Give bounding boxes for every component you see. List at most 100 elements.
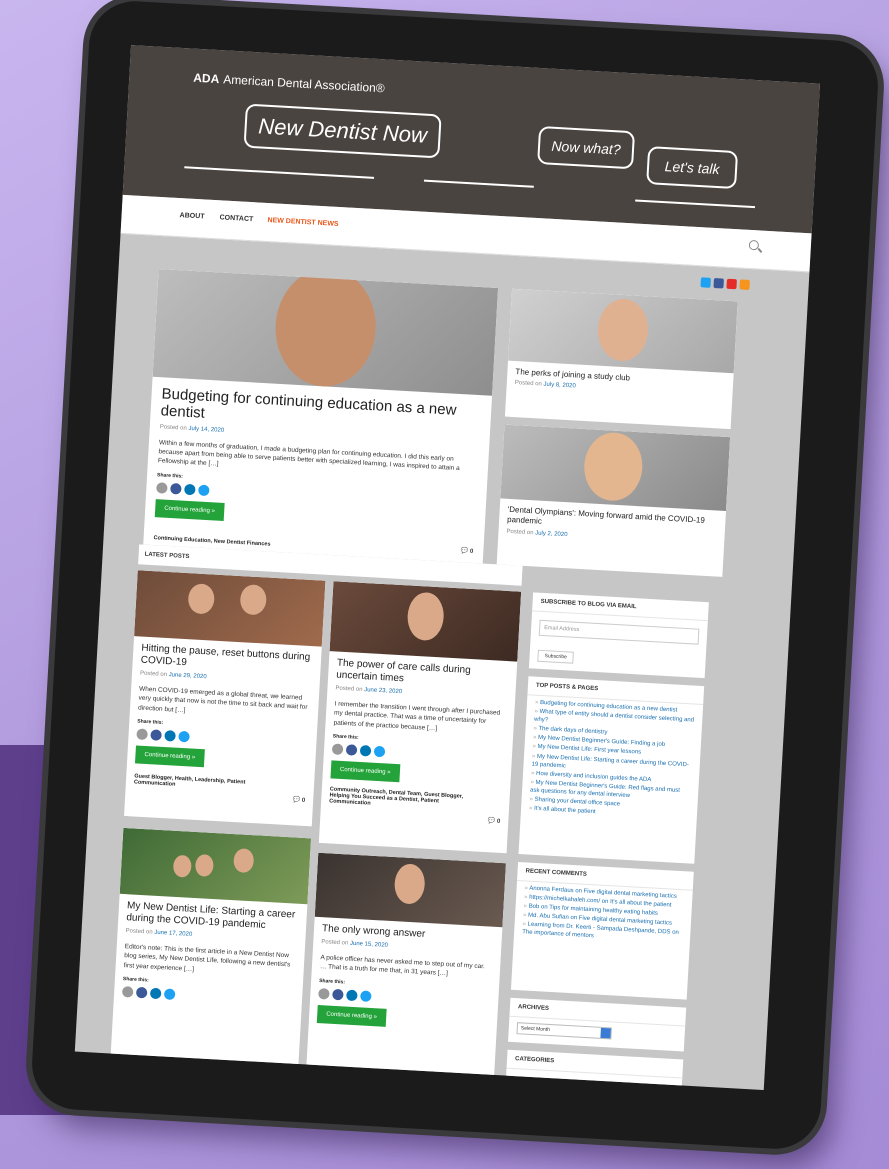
nav-contact[interactable]: CONTACT (219, 214, 253, 223)
post-1-excerpt: When COVID-19 emerged as a global threat… (137, 685, 308, 714)
post-4-photo[interactable] (314, 852, 506, 928)
post-4-continue-button[interactable]: Continue reading » (316, 1004, 387, 1027)
subscribe-widget: SUBSCRIBE TO BLOG VIA EMAIL Email Addres… (528, 592, 709, 679)
side-post-1-date[interactable]: July 8, 2020 (543, 382, 576, 390)
search-icon[interactable] (748, 239, 760, 251)
facebook-icon[interactable] (713, 277, 724, 289)
twitter-share-icon[interactable] (360, 990, 372, 1002)
archives-select[interactable]: Select Month (516, 1022, 612, 1040)
post-1-date[interactable]: June 29, 2020 (168, 672, 206, 680)
post-3-face-a (172, 854, 192, 878)
print-icon[interactable] (121, 986, 134, 998)
post-1-categories[interactable]: Guest Blogger, Health, Leadership, Patie… (134, 774, 274, 794)
twitter-icon[interactable] (700, 277, 711, 288)
featured-comments[interactable]: 💬 0 (461, 547, 474, 555)
facebook-share-icon[interactable] (332, 988, 344, 1001)
post-2-photo[interactable] (329, 581, 522, 662)
side-post-2-face (582, 431, 645, 503)
ada-logo[interactable]: ADA American Dental Association® (193, 71, 385, 96)
post-2-comments[interactable]: 💬 0 (488, 817, 501, 825)
ada-name: American Dental Association® (222, 72, 386, 96)
header-line-left (184, 166, 375, 179)
email-field[interactable]: Email Address (538, 619, 700, 645)
youtube-icon[interactable] (726, 278, 737, 290)
new-dentist-now-bubble[interactable]: New Dentist Now (243, 103, 442, 159)
facebook-share-icon[interactable] (345, 744, 358, 757)
linkedin-share-icon[interactable] (184, 483, 196, 496)
post-3-posted-label: Posted on (125, 928, 153, 936)
now-what-bubble: Now what? (537, 125, 636, 170)
featured-post: Budgeting for continuing education as a … (143, 268, 499, 564)
twitter-share-icon[interactable] (373, 746, 386, 758)
post-1-comments[interactable]: 💬 0 (293, 796, 306, 804)
side-post-2: 'Dental Olympians': Moving forward amid … (496, 424, 731, 577)
post-4-posted-label: Posted on (321, 939, 349, 947)
post-4-date[interactable]: June 15, 2020 (350, 941, 388, 949)
print-icon[interactable] (318, 987, 330, 1000)
facebook-share-icon[interactable] (170, 482, 182, 495)
featured-comment-count: 0 (469, 548, 474, 555)
print-icon[interactable] (156, 481, 168, 494)
header-line-mid (423, 179, 534, 188)
post-3-excerpt: Editor's note: This is the first article… (123, 943, 291, 973)
archives-widget: ARCHIVES Select Month (508, 997, 687, 1052)
recent-comments-widget: RECENT COMMENTS Anonna Ferdaus on Five d… (510, 861, 694, 1000)
categories-title: CATEGORIES (506, 1049, 684, 1079)
post-2-face (406, 591, 445, 642)
twitter-share-icon[interactable] (163, 988, 176, 1001)
post-card-3: My New Dentist Life: Starting a career d… (110, 827, 312, 1069)
post-card-1: Hitting the pause, reset buttons during … (124, 570, 326, 827)
twitter-share-icon[interactable] (178, 731, 190, 743)
top-posts-list: Budgeting for continuing education as a … (521, 695, 703, 824)
tablet-screen: ADA American Dental Association® New Dent… (74, 45, 820, 1091)
post-3-face-b (194, 853, 214, 877)
facebook-share-icon[interactable] (150, 729, 162, 742)
post-card-2: The power of care calls during uncertain… (318, 581, 522, 854)
side-post-1-face (596, 297, 650, 363)
post-card-4: The only wrong answer Posted on June 15,… (306, 852, 506, 1079)
tablet-device: ADA American Dental Association® New Dent… (29, 0, 881, 1152)
linkedin-share-icon[interactable] (149, 987, 162, 1000)
side-post-2-photo[interactable] (500, 424, 731, 512)
post-1-photo[interactable] (134, 570, 326, 647)
post-1-face-b (239, 584, 268, 616)
subscribe-title: SUBSCRIBE TO BLOG VIA EMAIL (532, 592, 709, 622)
print-icon[interactable] (136, 728, 148, 741)
post-3-photo[interactable] (119, 827, 312, 905)
featured-date[interactable]: July 14, 2020 (188, 425, 224, 433)
facebook-share-icon[interactable] (135, 987, 148, 999)
ada-abbr: ADA (192, 70, 220, 87)
nav-new-dentist-news[interactable]: NEW DENTIST NEWS (267, 217, 338, 228)
post-2-date[interactable]: June 23, 2020 (364, 687, 402, 695)
twitter-share-icon[interactable] (198, 484, 210, 496)
side-post-2-date[interactable]: July 2, 2020 (535, 530, 568, 538)
post-2-comment-count: 0 (496, 818, 501, 825)
side-post-1-posted-label: Posted on (514, 380, 542, 388)
print-icon[interactable] (331, 743, 344, 756)
social-icons (700, 277, 750, 290)
post-4-face (393, 863, 426, 905)
post-1-continue-button[interactable]: Continue reading » (134, 745, 205, 768)
linkedin-share-icon[interactable] (346, 989, 358, 1002)
featured-photo[interactable] (152, 268, 499, 396)
rss-icon[interactable] (739, 279, 750, 290)
post-2-categories[interactable]: Community Outreach, Dental Team, Guest B… (329, 787, 480, 813)
post-2-continue-button[interactable]: Continue reading » (330, 760, 401, 783)
featured-face (272, 268, 379, 390)
side-post-1: The perks of joining a study club Posted… (504, 288, 738, 430)
linkedin-share-icon[interactable] (164, 730, 176, 742)
subscribe-button[interactable]: Subscribe (537, 649, 575, 664)
header-line-right (635, 199, 756, 209)
post-1-comment-count: 0 (301, 797, 306, 804)
post-3-date[interactable]: June 17, 2020 (154, 930, 192, 938)
chevron-down-icon (600, 1027, 611, 1039)
featured-posted-label: Posted on (159, 423, 187, 432)
nav-about[interactable]: ABOUT (179, 212, 204, 220)
linkedin-share-icon[interactable] (359, 745, 372, 757)
post-1-face-a (187, 583, 216, 615)
post-4-excerpt: A police officer has never asked me to s… (319, 954, 486, 978)
featured-continue-button[interactable]: Continue reading » (154, 498, 225, 521)
side-post-1-photo[interactable] (508, 288, 738, 374)
archives-select-value: Select Month (520, 1025, 551, 1034)
recent-comments-list: Anonna Ferdaus on Five digital dental ma… (514, 881, 693, 948)
